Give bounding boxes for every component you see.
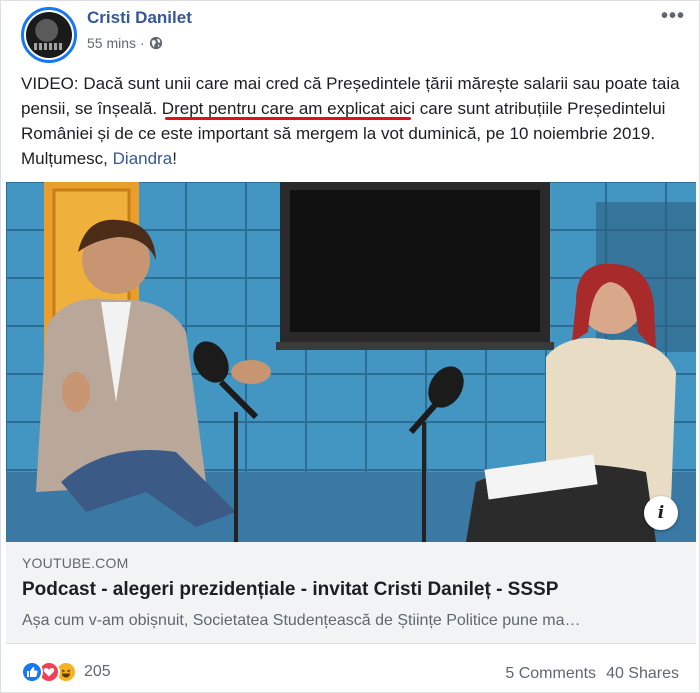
post-text-end: ! xyxy=(172,149,177,168)
like-reaction-icon xyxy=(21,661,43,683)
facebook-post: Cristi Danilet 55 mins · ••• VIDEO: Dacă… xyxy=(0,0,700,693)
more-options-icon[interactable]: ••• xyxy=(661,5,685,28)
link-domain: YOUTUBE.COM xyxy=(22,555,129,571)
link-title[interactable]: Podcast - alegeri prezidențiale - invita… xyxy=(22,579,558,601)
mention-link[interactable]: Diandra xyxy=(113,149,173,168)
video-thumbnail[interactable]: i xyxy=(6,182,696,542)
post-meta: 55 mins · xyxy=(87,35,163,51)
link-preview[interactable]: YOUTUBE.COM Podcast - alegeri prezidenți… xyxy=(6,542,696,644)
author-avatar[interactable] xyxy=(21,7,77,63)
avatar-image xyxy=(26,12,72,58)
reaction-count: 205 xyxy=(84,663,111,680)
post-text: VIDEO: Dacă sunt unii care mai cred că P… xyxy=(21,71,681,171)
comments-count-link[interactable]: 5 Comments xyxy=(505,665,596,683)
globe-icon xyxy=(149,36,162,50)
info-icon[interactable]: i xyxy=(644,496,678,530)
link-description: Așa cum v-am obișnuit, Societatea Studen… xyxy=(22,612,581,629)
post-stats: 5 Comments 40 Shares xyxy=(505,665,679,683)
post-footer: 205 5 Comments 40 Shares xyxy=(1,645,700,693)
post-timestamp[interactable]: 55 mins xyxy=(87,35,136,51)
shares-count-link[interactable]: 40 Shares xyxy=(606,665,679,683)
video-scene xyxy=(6,182,696,542)
author-name[interactable]: Cristi Danilet xyxy=(87,8,192,28)
red-underline-annotation xyxy=(165,117,411,120)
reactions-summary[interactable]: 205 xyxy=(21,661,111,683)
meta-separator: · xyxy=(140,35,145,51)
